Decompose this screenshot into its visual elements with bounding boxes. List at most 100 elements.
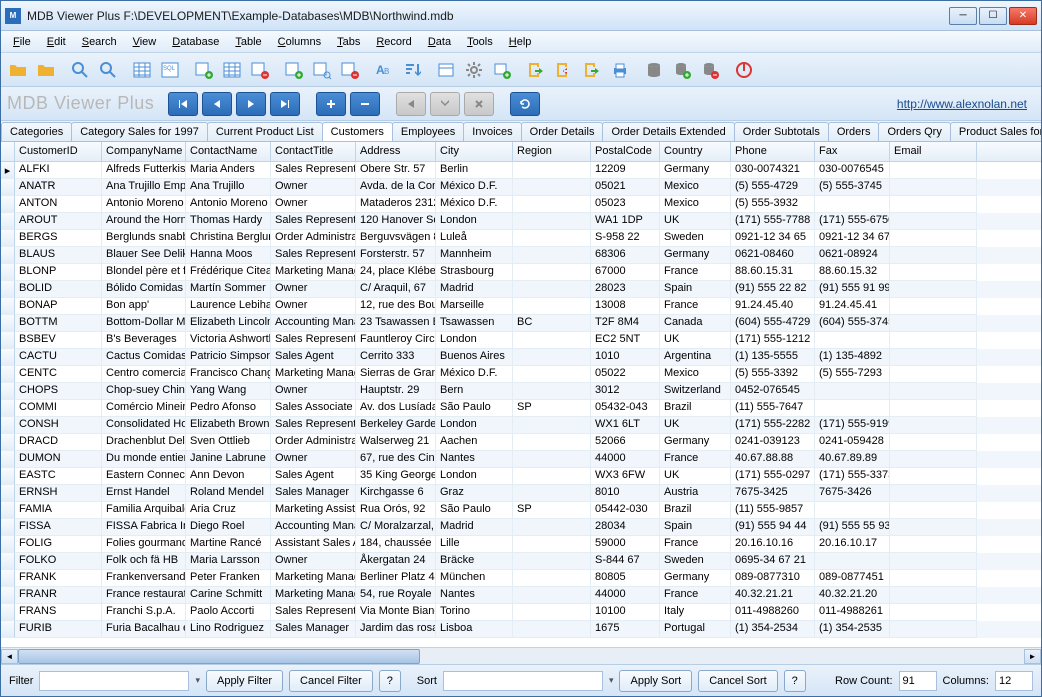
cell[interactable]: Alfreds Futterkiste xyxy=(102,162,186,179)
cell[interactable]: ERNSH xyxy=(15,485,102,502)
column-header-city[interactable]: City xyxy=(436,142,513,161)
cell[interactable]: Spain xyxy=(660,519,731,536)
cell[interactable] xyxy=(513,587,591,604)
cell[interactable]: Nantes xyxy=(436,587,513,604)
cell[interactable]: 011-4988261 xyxy=(815,604,890,621)
cell[interactable] xyxy=(513,247,591,264)
cell[interactable]: EASTC xyxy=(15,468,102,485)
cell[interactable]: Sales Representat xyxy=(271,162,356,179)
cell[interactable]: London xyxy=(436,332,513,349)
cell[interactable]: Thomas Hardy xyxy=(186,213,271,230)
column-header-customerid[interactable]: CustomerID xyxy=(15,142,102,161)
cell[interactable]: 030-0076545 xyxy=(815,162,890,179)
table-icon[interactable] xyxy=(129,57,155,83)
cell[interactable]: 089-0877310 xyxy=(731,570,815,587)
cell[interactable]: Berliner Platz 43 xyxy=(356,570,436,587)
cell[interactable]: 20.16.10.16 xyxy=(731,536,815,553)
cell[interactable]: Marketing Manage xyxy=(271,587,356,604)
nav-prev-button[interactable] xyxy=(202,92,232,116)
cell[interactable] xyxy=(890,213,977,230)
cell[interactable]: CACTU xyxy=(15,349,102,366)
column-header-contactname[interactable]: ContactName xyxy=(186,142,271,161)
cell[interactable]: Antonio Moreno Ta xyxy=(102,196,186,213)
cell[interactable]: 80805 xyxy=(591,570,660,587)
table-row[interactable]: FOLIGFolies gourmandesMartine RancéAssis… xyxy=(1,536,1041,553)
cell[interactable]: 120 Hanover Sq. xyxy=(356,213,436,230)
cell[interactable]: Yang Wang xyxy=(186,383,271,400)
cell[interactable] xyxy=(513,570,591,587)
cell[interactable]: BOLID xyxy=(15,281,102,298)
cell[interactable]: Torino xyxy=(436,604,513,621)
cell[interactable]: AROUT xyxy=(15,213,102,230)
cell[interactable]: FRANK xyxy=(15,570,102,587)
cell[interactable]: Avda. de la Consti xyxy=(356,179,436,196)
cell[interactable]: 28023 xyxy=(591,281,660,298)
cell[interactable]: Berlin xyxy=(436,162,513,179)
db-icon[interactable] xyxy=(641,57,667,83)
cell[interactable]: Obere Str. 57 xyxy=(356,162,436,179)
cell[interactable]: France xyxy=(660,264,731,281)
search-icon[interactable] xyxy=(67,57,93,83)
cell[interactable] xyxy=(513,349,591,366)
cell[interactable]: ANTON xyxy=(15,196,102,213)
cell[interactable]: (604) 555-4729 xyxy=(731,315,815,332)
cell[interactable]: (171) 555-1212 xyxy=(731,332,815,349)
cell[interactable] xyxy=(890,179,977,196)
nav-last-button[interactable] xyxy=(270,92,300,116)
cell[interactable]: Buenos Aires xyxy=(436,349,513,366)
cell[interactable]: FAMIA xyxy=(15,502,102,519)
cell[interactable] xyxy=(513,519,591,536)
cell[interactable]: Martine Rancé xyxy=(186,536,271,553)
cell[interactable]: Familia Arquibaldo xyxy=(102,502,186,519)
cell[interactable]: Owner xyxy=(271,196,356,213)
cell[interactable]: Argentina xyxy=(660,349,731,366)
cell[interactable]: (171) 555-6750 xyxy=(815,213,890,230)
cell[interactable] xyxy=(890,621,977,638)
cell[interactable]: France xyxy=(660,298,731,315)
cell[interactable]: Frankenversand xyxy=(102,570,186,587)
menu-record[interactable]: Record xyxy=(368,34,419,50)
cell[interactable]: SP xyxy=(513,400,591,417)
cell[interactable]: (604) 555-3745 xyxy=(815,315,890,332)
open-file-icon[interactable] xyxy=(5,57,31,83)
print-icon[interactable] xyxy=(607,57,633,83)
cell[interactable] xyxy=(890,332,977,349)
cell[interactable]: 52066 xyxy=(591,434,660,451)
cell[interactable]: WX1 6LT xyxy=(591,417,660,434)
column-header-postalcode[interactable]: PostalCode xyxy=(591,142,660,161)
cell[interactable] xyxy=(890,570,977,587)
cell[interactable]: 40.67.89.89 xyxy=(815,451,890,468)
cell[interactable]: BERGS xyxy=(15,230,102,247)
export2-icon[interactable] xyxy=(579,57,605,83)
cell[interactable]: 44000 xyxy=(591,587,660,604)
cell[interactable]: Berguvsvägen 8 xyxy=(356,230,436,247)
cell[interactable]: Germany xyxy=(660,570,731,587)
cell[interactable]: Mannheim xyxy=(436,247,513,264)
table-body[interactable]: ▸ALFKIAlfreds FutterkisteMaria AndersSal… xyxy=(1,162,1041,647)
cell[interactable] xyxy=(815,502,890,519)
cell[interactable]: Kirchgasse 6 xyxy=(356,485,436,502)
cell[interactable]: Sales Agent xyxy=(271,349,356,366)
cell[interactable] xyxy=(890,434,977,451)
cell[interactable]: 1010 xyxy=(591,349,660,366)
table-row[interactable]: ANTONAntonio Moreno TaAntonio MorenoOwne… xyxy=(1,196,1041,213)
cell[interactable]: Ana Trujillo xyxy=(186,179,271,196)
cell[interactable]: (5) 555-3932 xyxy=(731,196,815,213)
cell[interactable] xyxy=(815,400,890,417)
cell[interactable]: Madrid xyxy=(436,519,513,536)
apply-sort-button[interactable]: Apply Sort xyxy=(619,670,692,692)
tab-order-subtotals[interactable]: Order Subtotals xyxy=(734,122,829,141)
cell[interactable]: Bern xyxy=(436,383,513,400)
cell[interactable]: Martín Sommer xyxy=(186,281,271,298)
cell[interactable]: Nantes xyxy=(436,451,513,468)
cell[interactable]: 05442-030 xyxy=(591,502,660,519)
cell[interactable]: UK xyxy=(660,213,731,230)
cell[interactable] xyxy=(513,468,591,485)
cell[interactable]: Around the Horn xyxy=(102,213,186,230)
cell[interactable]: FOLIG xyxy=(15,536,102,553)
cell[interactable]: Sales Representat xyxy=(271,417,356,434)
cell[interactable] xyxy=(890,247,977,264)
cell[interactable] xyxy=(890,604,977,621)
cell[interactable]: Forsterstr. 57 xyxy=(356,247,436,264)
table-row[interactable]: AROUTAround the HornThomas HardySales Re… xyxy=(1,213,1041,230)
